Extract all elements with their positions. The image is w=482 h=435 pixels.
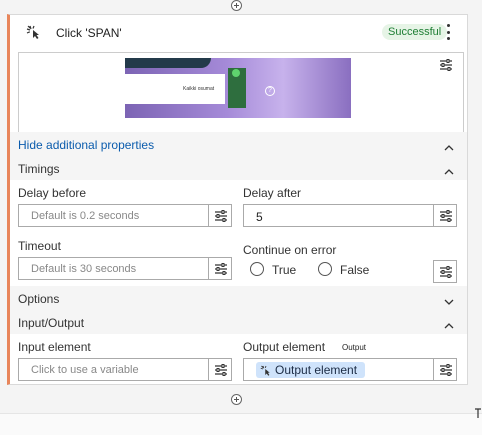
continue-true-radio[interactable] [250,262,264,276]
output-element-label: Output element [243,340,326,354]
chevron-up-icon[interactable] [444,140,454,154]
timeout-input[interactable]: Default is 30 seconds [18,257,209,280]
delay-after-value: 5 [256,210,263,224]
output-element-field[interactable]: Output element [243,358,434,381]
add-step-below-button[interactable] [231,394,242,405]
preview-embedded-text: Kaikki osumat [183,86,215,92]
tune-icon [440,210,452,222]
add-step-above-button[interactable] [231,0,242,11]
click-icon [260,365,270,376]
tune-icon [215,210,227,222]
delay-after-label: Delay after [243,186,302,200]
hide-additional-link[interactable]: Hide additional properties [18,138,154,152]
timeout-label: Timeout [18,239,61,253]
section-timings[interactable]: Timings [10,156,467,180]
continue-false-label[interactable]: False [340,263,369,277]
continue-on-error-variable-button[interactable] [433,260,457,283]
delay-before-placeholder: Default is 0.2 seconds [31,210,140,222]
help-icon: ? [265,86,275,96]
continue-true-label[interactable]: True [272,263,296,277]
tune-icon [440,364,452,376]
chevron-up-icon[interactable] [444,164,454,178]
input-element-field[interactable]: Click to use a variable [18,358,209,381]
delay-before-input[interactable]: Default is 0.2 seconds [18,204,209,227]
preview-settings-icon[interactable] [439,59,453,74]
section-input-output[interactable]: Input/Output [10,310,467,334]
chevron-up-icon[interactable] [444,318,454,332]
delay-before-label: Delay before [18,186,87,200]
section-options-label: Options [18,292,60,306]
preview-screenshot: Kaikki osumat ? [125,58,351,118]
card-header: Click 'SPAN' Successful [10,15,467,49]
scroll-top-icon[interactable] [475,408,481,418]
tune-icon [215,364,227,376]
bottom-panel [0,413,482,435]
element-preview: Kaikki osumat ? [18,52,464,136]
timeout-variable-button[interactable] [208,257,232,280]
tune-icon [215,263,227,275]
more-options-icon[interactable] [442,24,454,40]
click-icon [26,25,42,42]
tune-icon [440,266,452,278]
input-element-placeholder: Click to use a variable [31,364,139,376]
status-badge: Successful [382,24,448,40]
delay-after-input[interactable]: 5 [243,204,434,227]
chevron-down-icon[interactable] [444,294,454,308]
output-tag: Output [342,343,367,352]
delay-after-variable-button[interactable] [433,204,457,227]
output-element-chip[interactable]: Output element [256,362,366,378]
output-element-variable-button[interactable] [433,358,457,381]
continue-on-error-label: Continue on error [243,243,337,257]
section-options[interactable]: Options [10,286,467,310]
hide-additional-row[interactable]: Hide additional properties [10,132,467,156]
action-card: Click 'SPAN' Successful Kaikki osumat ? … [7,14,468,385]
section-input-output-label: Input/Output [18,316,85,330]
output-element-chip-label: Output element [275,363,358,377]
delay-before-variable-button[interactable] [208,204,232,227]
step-title: Click 'SPAN' [56,26,122,40]
input-element-label: Input element [18,340,91,354]
timeout-placeholder: Default is 30 seconds [31,263,137,275]
input-element-variable-button[interactable] [208,358,232,381]
section-timings-label: Timings [18,162,60,176]
continue-false-radio[interactable] [318,262,332,276]
